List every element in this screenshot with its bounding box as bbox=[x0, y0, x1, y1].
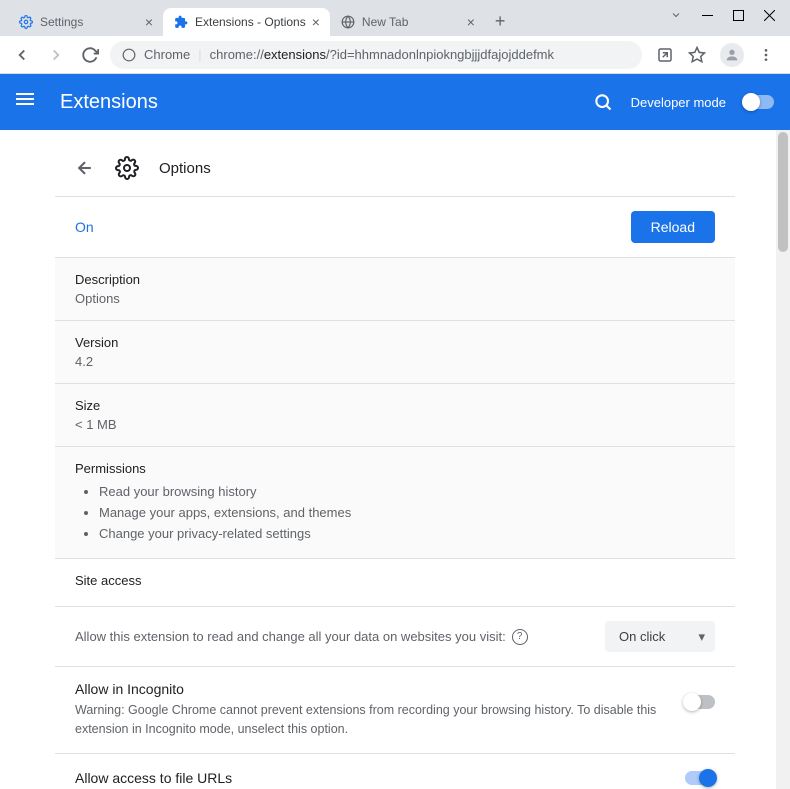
size-label: Size bbox=[75, 398, 715, 413]
avatar[interactable] bbox=[720, 43, 744, 67]
close-icon[interactable]: × bbox=[145, 14, 153, 30]
omnibox[interactable]: Chrome | chrome://extensions/?id=hhmnado… bbox=[110, 41, 642, 69]
version-label: Version bbox=[75, 335, 715, 350]
window-controls bbox=[655, 0, 790, 30]
permission-item: Read your browsing history bbox=[99, 482, 715, 503]
file-urls-label: Allow access to file URLs bbox=[75, 770, 685, 786]
description-section: Description Options bbox=[55, 257, 735, 320]
forward-button[interactable] bbox=[42, 41, 70, 69]
back-button[interactable] bbox=[8, 41, 36, 69]
site-access-section: Site access bbox=[55, 558, 735, 606]
incognito-warning: Warning: Google Chrome cannot prevent ex… bbox=[75, 701, 669, 739]
tab-title: Extensions - Options bbox=[195, 15, 306, 29]
extension-detail: Options On Reload Description Options Ve… bbox=[55, 140, 735, 789]
tab-title: New Tab bbox=[362, 15, 461, 29]
tab-extensions[interactable]: Extensions - Options × bbox=[163, 8, 330, 36]
permissions-list: Read your browsing history Manage your a… bbox=[75, 482, 715, 544]
chevron-down-icon[interactable] bbox=[670, 9, 682, 21]
permissions-label: Permissions bbox=[75, 461, 715, 476]
version-section: Version 4.2 bbox=[55, 320, 735, 383]
globe-icon bbox=[340, 14, 356, 30]
minimize-icon[interactable] bbox=[702, 10, 713, 21]
permission-item: Change your privacy-related settings bbox=[99, 524, 715, 545]
detail-header: Options bbox=[55, 140, 735, 196]
file-urls-row: Allow access to file URLs bbox=[55, 753, 735, 789]
toolbar-icons bbox=[648, 43, 782, 67]
maximize-icon[interactable] bbox=[733, 10, 744, 21]
kebab-menu-icon[interactable] bbox=[758, 47, 774, 63]
puzzle-icon bbox=[173, 14, 189, 30]
reload-extension-button[interactable]: Reload bbox=[631, 211, 715, 243]
site-access-dropdown[interactable]: On click bbox=[605, 621, 715, 652]
developer-mode-toggle[interactable] bbox=[744, 95, 774, 109]
back-arrow-icon[interactable] bbox=[75, 158, 95, 178]
incognito-row: Allow in Incognito Warning: Google Chrom… bbox=[55, 666, 735, 753]
url-scheme: Chrome bbox=[144, 47, 190, 62]
search-icon[interactable] bbox=[593, 92, 613, 112]
status-row: On Reload bbox=[55, 196, 735, 257]
hamburger-icon[interactable] bbox=[16, 90, 40, 114]
page-title: Extensions bbox=[60, 91, 593, 114]
tab-title: Settings bbox=[40, 15, 139, 29]
incognito-toggle[interactable] bbox=[685, 695, 715, 709]
gear-icon bbox=[18, 14, 34, 30]
app-header: Extensions Developer mode bbox=[0, 74, 790, 130]
size-section: Size < 1 MB bbox=[55, 383, 735, 446]
description-value: Options bbox=[75, 291, 715, 306]
close-icon[interactable]: × bbox=[467, 14, 475, 30]
close-window-icon[interactable] bbox=[764, 10, 775, 21]
scrollbar-thumb[interactable] bbox=[778, 132, 788, 252]
on-label: On bbox=[75, 219, 631, 235]
info-icon bbox=[122, 48, 136, 62]
site-access-label: Site access bbox=[75, 573, 715, 588]
bookmark-icon[interactable] bbox=[688, 46, 706, 64]
tab-settings[interactable]: Settings × bbox=[8, 8, 163, 36]
extension-name: Options bbox=[159, 160, 211, 177]
site-access-text: Allow this extension to read and change … bbox=[75, 629, 506, 644]
site-access-row: Allow this extension to read and change … bbox=[55, 606, 735, 666]
url-text: chrome://extensions/?id=hhmnadonlnpiokng… bbox=[210, 47, 554, 62]
share-icon[interactable] bbox=[656, 46, 674, 64]
reload-button[interactable] bbox=[76, 41, 104, 69]
incognito-label: Allow in Incognito bbox=[75, 681, 669, 697]
developer-mode-label: Developer mode bbox=[631, 95, 726, 110]
new-tab-button[interactable]: + bbox=[485, 7, 516, 36]
tab-new-tab[interactable]: New Tab × bbox=[330, 8, 485, 36]
version-value: 4.2 bbox=[75, 354, 715, 369]
file-urls-toggle[interactable] bbox=[685, 771, 715, 785]
address-bar: Chrome | chrome://extensions/?id=hhmnado… bbox=[0, 36, 790, 74]
size-value: < 1 MB bbox=[75, 417, 715, 432]
extension-icon bbox=[115, 156, 139, 180]
close-icon[interactable]: × bbox=[312, 14, 320, 30]
permissions-section: Permissions Read your browsing history M… bbox=[55, 446, 735, 558]
permission-item: Manage your apps, extensions, and themes bbox=[99, 503, 715, 524]
content-area: Options On Reload Description Options Ve… bbox=[0, 130, 790, 789]
help-icon[interactable]: ? bbox=[512, 629, 528, 645]
description-label: Description bbox=[75, 272, 715, 287]
